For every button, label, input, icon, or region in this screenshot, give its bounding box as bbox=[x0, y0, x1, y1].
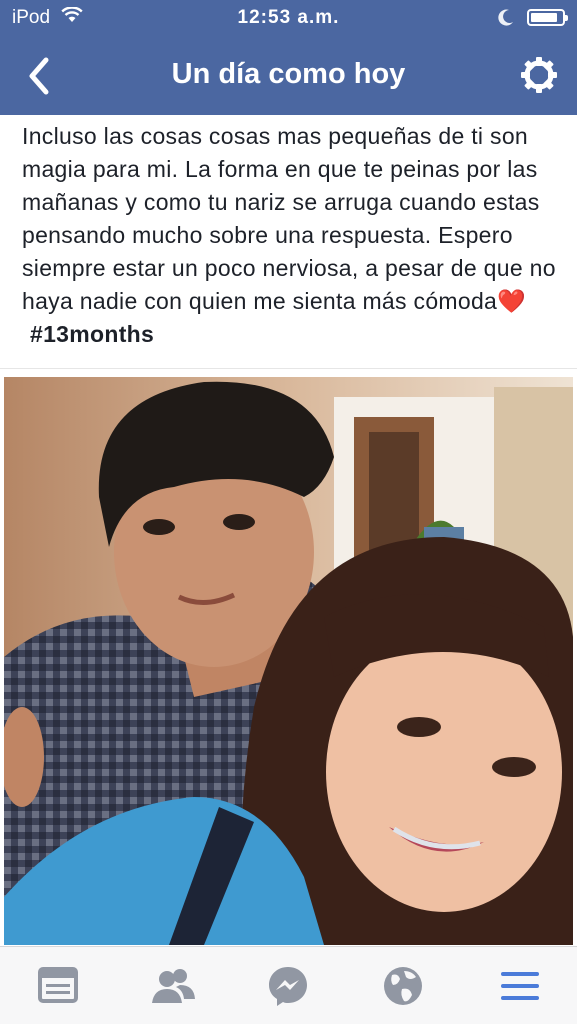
battery-icon bbox=[527, 9, 568, 26]
battery-level bbox=[531, 13, 557, 22]
do-not-disturb-icon bbox=[497, 8, 515, 32]
tab-menu[interactable] bbox=[497, 963, 543, 1009]
top-bar: iPod 12:53 a.m. Un día como hoy bbox=[0, 0, 577, 115]
menu-icon bbox=[501, 972, 539, 1000]
globe-icon bbox=[384, 967, 422, 1005]
tab-notifications[interactable] bbox=[380, 963, 426, 1009]
heart-emoji: ❤️ bbox=[497, 288, 527, 314]
hashtag-link[interactable]: #13months bbox=[30, 321, 154, 347]
screen: iPod 12:53 a.m. Un día como hoy Incluso … bbox=[0, 0, 577, 1024]
page-title: Un día como hoy bbox=[171, 58, 406, 90]
navbar: Un día como hoy bbox=[0, 38, 577, 115]
divider bbox=[0, 368, 577, 369]
messenger-icon bbox=[269, 967, 307, 1006]
friends-icon bbox=[152, 969, 195, 1003]
settings-button[interactable] bbox=[519, 55, 559, 95]
tab-friends[interactable] bbox=[150, 963, 196, 1009]
post-photo[interactable] bbox=[4, 377, 573, 945]
tab-news-feed[interactable] bbox=[35, 963, 81, 1009]
post-text: Incluso las cosas cosas mas pequeñas de … bbox=[22, 120, 562, 351]
post-body: Incluso las cosas cosas mas pequeñas de … bbox=[22, 123, 556, 314]
tab-messenger[interactable] bbox=[265, 963, 311, 1009]
status-bar: iPod 12:53 a.m. bbox=[0, 0, 577, 36]
clock: 12:53 a.m. bbox=[237, 7, 340, 28]
gear-icon bbox=[521, 57, 557, 93]
news-feed-icon bbox=[38, 967, 78, 1003]
tab-bar bbox=[0, 946, 577, 1024]
